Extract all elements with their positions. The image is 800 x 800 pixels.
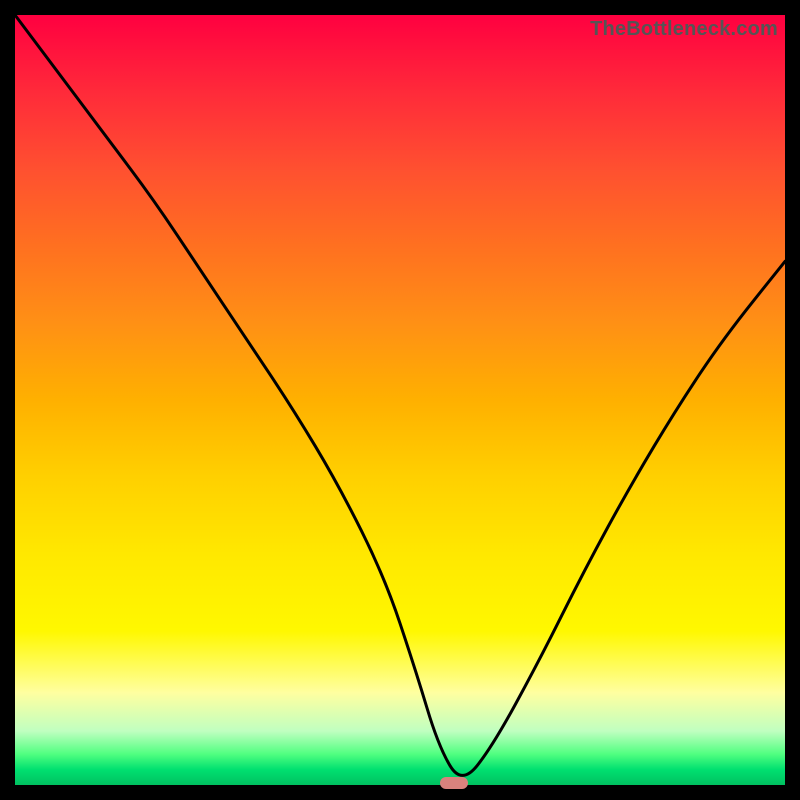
optimal-marker xyxy=(440,777,468,789)
chart-frame: TheBottleneck.com xyxy=(0,0,800,800)
bottleneck-curve xyxy=(15,15,785,785)
curve-path xyxy=(15,15,785,775)
